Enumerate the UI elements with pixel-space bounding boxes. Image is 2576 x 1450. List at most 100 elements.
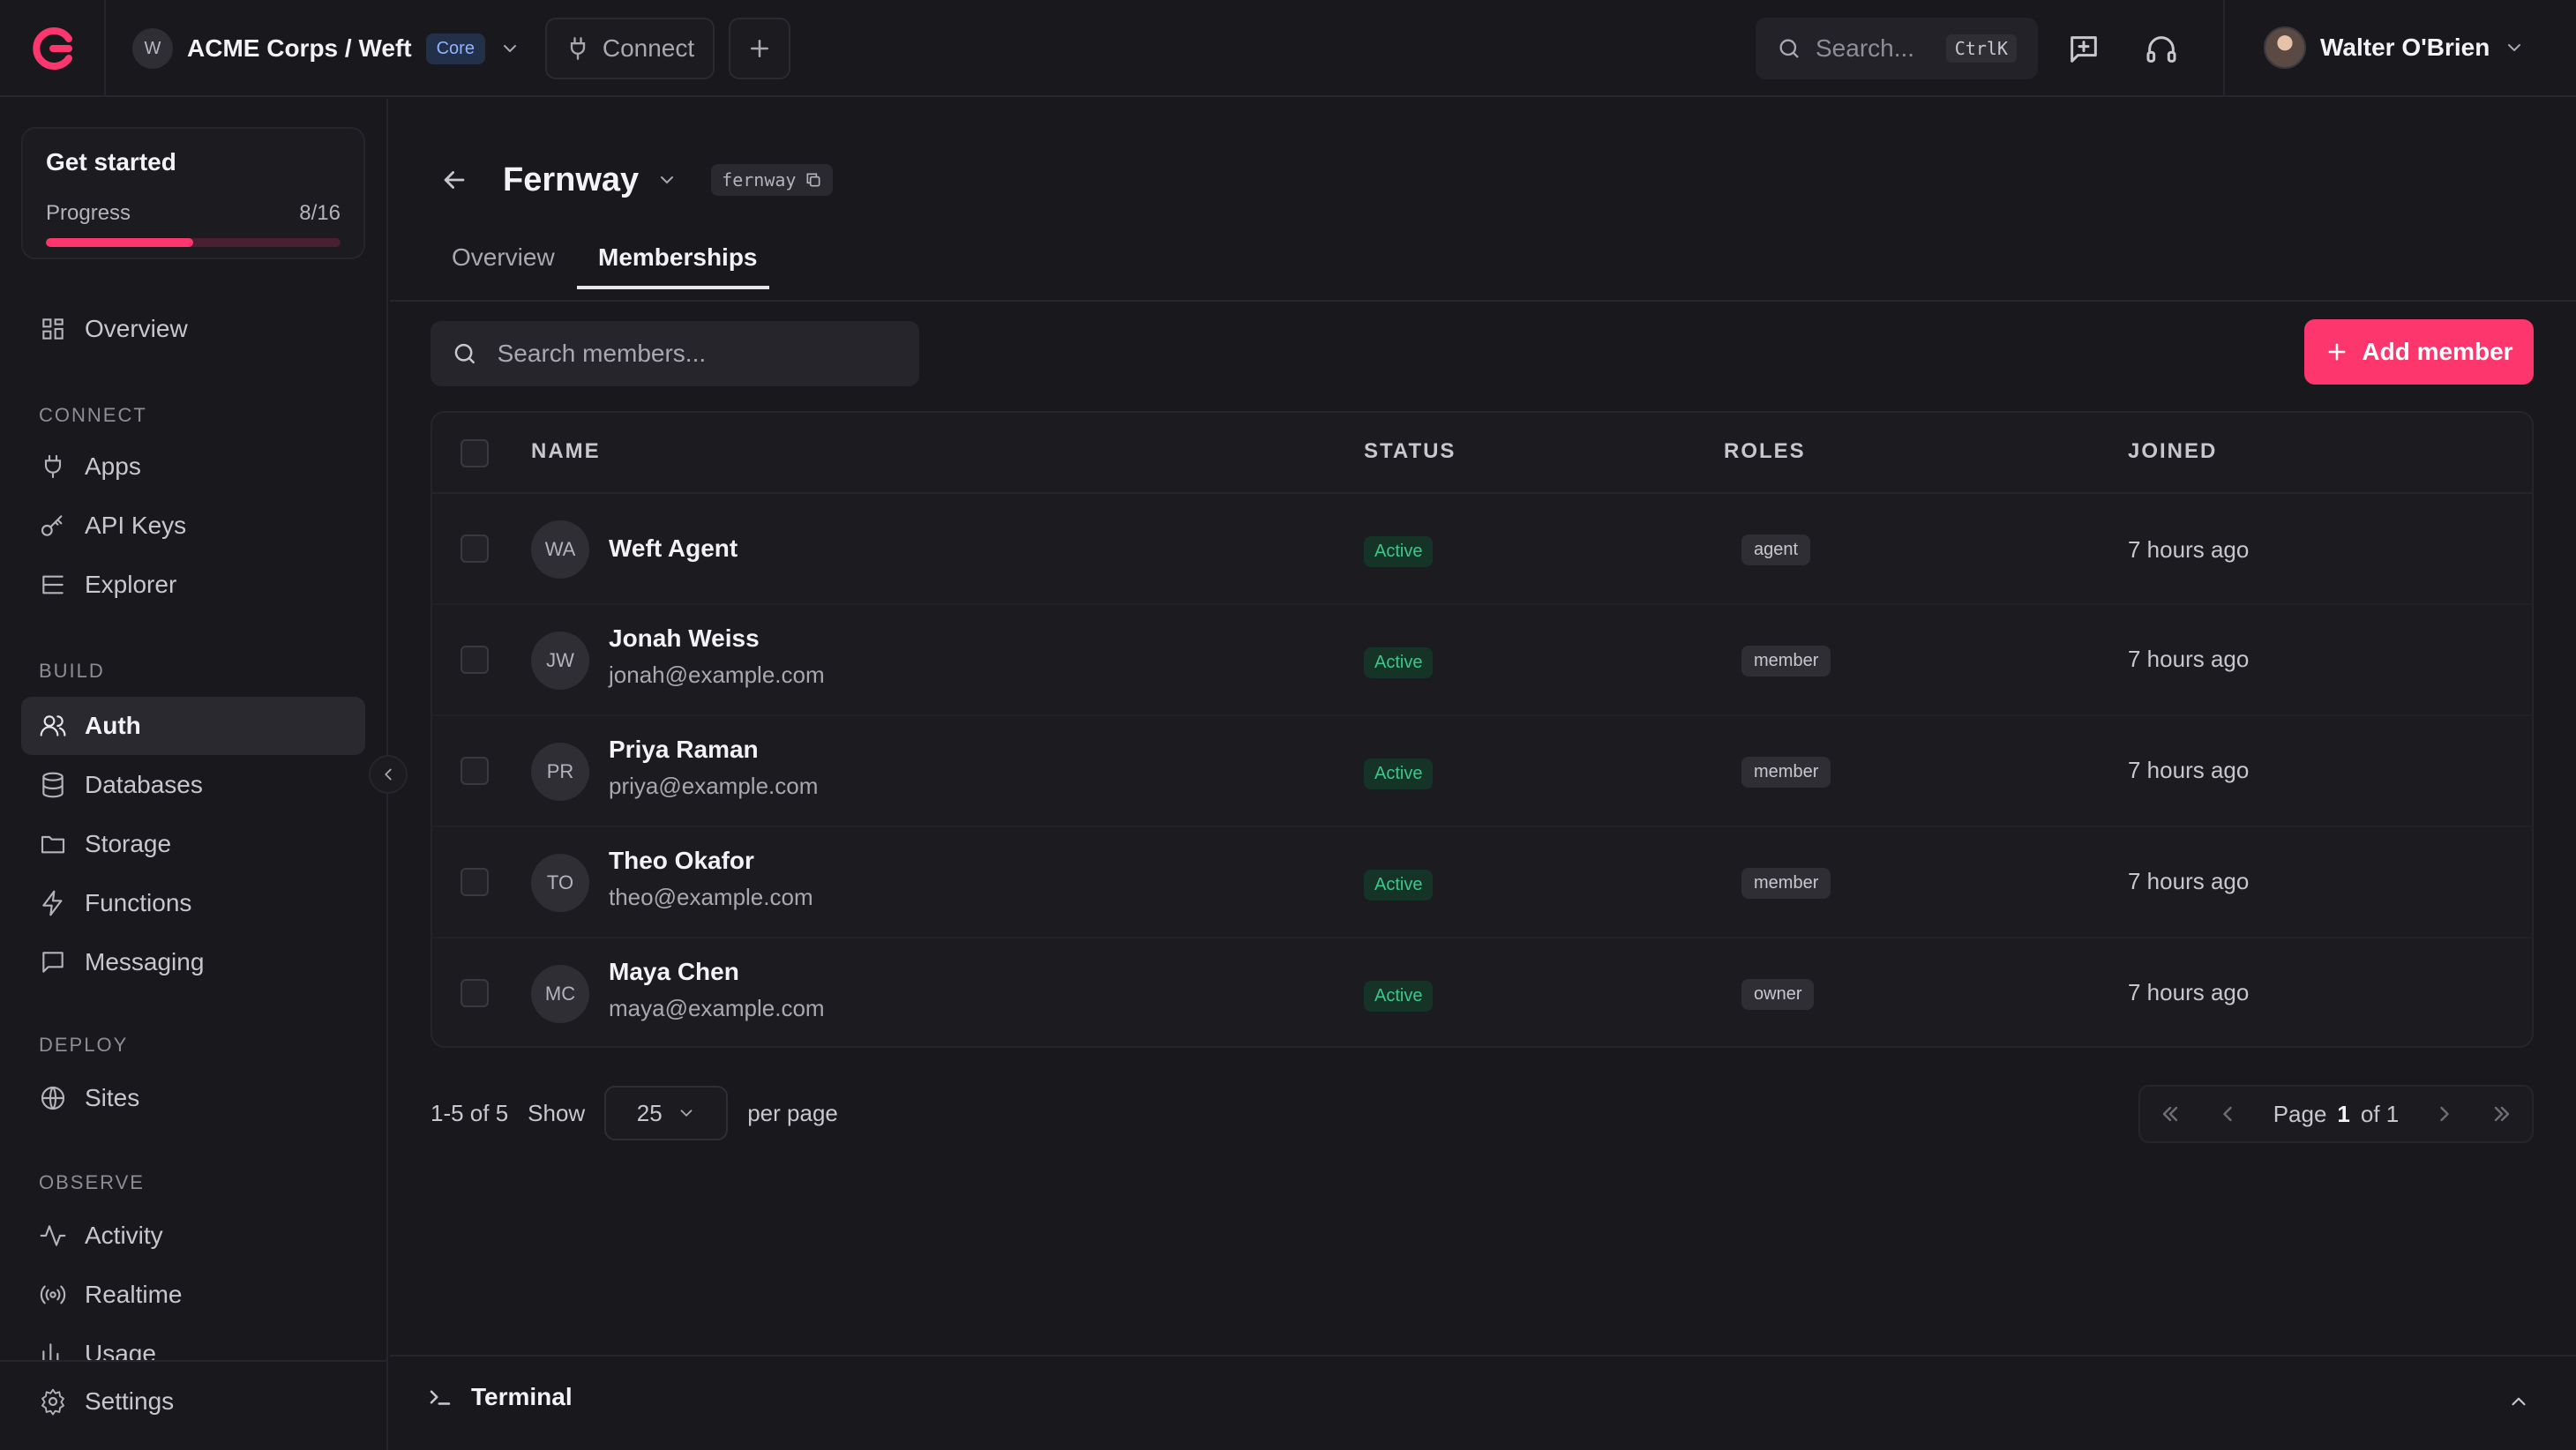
terminal-label: Terminal [471,1383,573,1410]
row-checkbox[interactable] [461,979,489,1007]
sidebar-item-usage[interactable]: Usage [21,1332,365,1360]
tab-overview[interactable]: Overview [452,243,555,272]
per-page-select[interactable]: 25 [604,1086,729,1140]
role-badge: member [1741,646,1831,676]
activity-icon [40,1225,66,1246]
search-icon [454,343,475,364]
plan-badge: Core [425,33,485,64]
progress-label: Progress [46,201,131,225]
terminal-panel[interactable]: Terminal [390,1355,2576,1450]
broadcast-icon [40,1285,66,1304]
sidebar-item-storage[interactable]: Storage [21,815,365,873]
row-checkbox[interactable] [461,646,489,674]
divider [2223,0,2225,97]
add-member-button[interactable]: Add member [2304,319,2534,385]
member-email: maya@example.com [609,995,825,1021]
app-logo[interactable] [30,26,76,71]
chevron-up-icon[interactable] [2507,1390,2530,1413]
table-row[interactable]: TO Theo Okafor theo@example.com Active m… [432,827,2532,938]
progress-count: 8/16 [299,201,341,225]
table-row[interactable]: JW Jonah Weiss jonah@example.com Active … [432,605,2532,716]
status-badge: Active [1364,981,1434,1012]
per-page-label: per page [747,1099,838,1126]
column-header-joined[interactable]: JOINED [2128,439,2217,464]
global-search[interactable]: Search... CtrlK [1756,18,2038,79]
sidebar-item-label: Storage [85,830,172,857]
sidebar-item-label: Explorer [85,571,177,598]
globe-icon [41,1086,65,1110]
collapse-sidebar-button[interactable] [369,755,408,794]
row-checkbox[interactable] [461,757,489,785]
table-row[interactable]: MC Maya Chen maya@example.com Active own… [432,938,2532,1046]
slug-badge[interactable]: fernway [711,164,834,196]
avatar: PR [531,743,589,801]
sidebar-item-settings[interactable]: Settings [21,1372,365,1431]
sidebar-item-label: Realtime [85,1281,183,1308]
sidebar-item-auth[interactable]: Auth [21,697,365,755]
main-content: Fernway fernway Overview Memberships Add… [390,99,2576,1351]
sidebar-item-apps[interactable]: Apps [21,437,365,496]
column-header-name[interactable]: NAME [531,439,601,464]
first-page-icon[interactable] [2158,1102,2183,1126]
row-checkbox[interactable] [461,534,489,563]
search-placeholder: Search... [1816,34,1915,62]
chevron-down-icon[interactable] [656,169,678,191]
avatar: TO [531,854,589,912]
sidebar-item-overview[interactable]: Overview [21,300,365,358]
sidebar-item-api-keys[interactable]: API Keys [21,497,365,555]
get-started-card[interactable]: Get started Progress 8/16 [21,127,365,259]
status-badge: Active [1364,536,1434,567]
members-table: NAME STATUS ROLES JOINED WA Weft Agent A… [431,411,2534,1048]
section-label-build: BUILD [39,660,105,682]
plus-icon [2328,343,2346,361]
chevron-down-icon [2508,44,2521,51]
add-button[interactable] [729,18,790,79]
prev-page-icon[interactable] [2215,1102,2240,1126]
connect-label: Connect [602,34,695,62]
row-checkbox[interactable] [461,868,489,896]
sidebar-item-databases[interactable]: Databases [21,756,365,814]
gear-icon [41,1388,64,1416]
sidebar-item-sites[interactable]: Sites [21,1069,365,1127]
database-icon [42,772,64,798]
member-email: theo@example.com [609,884,813,910]
status-badge: Active [1364,759,1434,789]
role-badge: owner [1741,979,1815,1010]
feedback-icon[interactable] [2066,32,2101,67]
user-menu[interactable]: Walter O'Brien [2264,25,2525,71]
sidebar-scroll-clip: Usage [0,1332,386,1360]
sidebar-item-label: Activity [85,1222,163,1249]
table-row[interactable]: PR Priya Raman priya@example.com Active … [432,716,2532,827]
terminal-icon [430,1390,451,1405]
page-title[interactable]: Fernway [503,161,639,199]
connect-button[interactable]: Connect [545,18,715,79]
sidebar-item-label: Auth [85,712,141,739]
show-label: Show [528,1099,586,1126]
table-row[interactable]: WA Weft Agent Active agent 7 hours ago [432,494,2532,605]
next-page-icon[interactable] [2432,1102,2457,1126]
sidebar-item-label: Overview [85,315,188,342]
sidebar-item-label: Sites [85,1084,140,1111]
sidebar-item-explorer[interactable]: Explorer [21,556,365,614]
member-search[interactable] [431,321,919,386]
sidebar-item-label: Apps [85,452,141,480]
sidebar-item-label: Settings [85,1387,175,1415]
select-all-checkbox[interactable] [461,439,489,467]
sidebar-item-realtime[interactable]: Realtime [21,1266,365,1324]
tab-memberships[interactable]: Memberships [598,243,758,272]
back-arrow-icon[interactable] [439,165,469,195]
folder-icon [41,835,65,854]
progress-bar [46,238,341,247]
sidebar-item-functions[interactable]: Functions [21,874,365,932]
chevron-down-icon [503,45,516,52]
sidebar-item-messaging[interactable]: Messaging [21,933,365,991]
org-switcher[interactable]: W ACME Corps / Weft Core [132,26,520,71]
column-header-status[interactable]: STATUS [1364,439,1456,464]
chevron-left-icon [385,768,392,781]
support-headset-icon[interactable] [2144,32,2179,67]
last-page-icon[interactable] [2490,1102,2514,1126]
sidebar-item-activity[interactable]: Activity [21,1207,365,1265]
get-started-title: Get started [46,148,176,176]
column-header-roles[interactable]: ROLES [1724,439,1806,464]
search-input[interactable] [497,340,898,368]
